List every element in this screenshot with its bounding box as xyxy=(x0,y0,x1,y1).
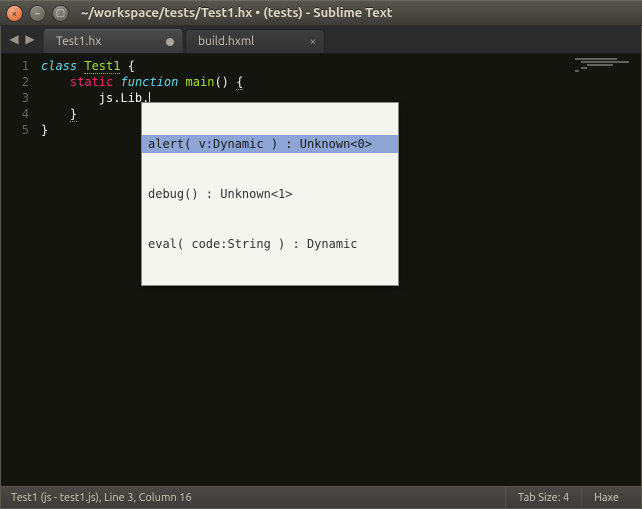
window-maximize-button[interactable]: ▢ xyxy=(52,5,69,22)
status-bar: Test1 (js - test1.js), Line 3, Column 16… xyxy=(1,486,641,508)
code-content[interactable]: class Test1 { static function main() { j… xyxy=(37,54,641,486)
tab-bar: ◀ ▶ Test1.hx build.hxml × xyxy=(1,26,641,54)
class-name: Test1 xyxy=(84,59,120,74)
close-icon[interactable]: × xyxy=(310,36,316,48)
line-number: 2 xyxy=(1,74,29,90)
status-tab-size[interactable]: Tab Size: 4 xyxy=(505,487,581,508)
line-number-gutter: 1 2 3 4 5 xyxy=(1,54,37,486)
window-title: ~/workspace/tests/Test1.hx • (tests) - S… xyxy=(81,6,392,20)
indent xyxy=(41,107,70,121)
editor-area[interactable]: 1 2 3 4 5 class Test1 { static function … xyxy=(1,54,641,486)
line-number: 1 xyxy=(1,58,29,74)
titlebar: × – ▢ ~/workspace/tests/Test1.hx • (test… xyxy=(0,0,642,26)
window-close-button[interactable]: × xyxy=(6,5,23,22)
autocomplete-item[interactable]: debug() : Unknown<1> xyxy=(142,185,398,203)
brace: } xyxy=(70,107,77,122)
tab-label: Test1.hx xyxy=(56,35,101,48)
space xyxy=(113,75,120,89)
dirty-indicator-icon xyxy=(166,38,174,46)
vertical-scrollbar[interactable] xyxy=(627,54,641,486)
status-syntax[interactable]: Haxe xyxy=(581,487,631,508)
tab-history-nav: ◀ ▶ xyxy=(7,26,37,53)
brace: { xyxy=(120,59,134,73)
tab-label: build.hxml xyxy=(198,35,254,48)
keyword-static: static xyxy=(70,75,113,89)
window-minimize-button[interactable]: – xyxy=(29,5,46,22)
tab-test1[interactable]: Test1.hx xyxy=(43,29,183,53)
code-line: class Test1 { xyxy=(41,58,641,74)
line-number: 5 xyxy=(1,122,29,138)
window-body: ◀ ▶ Test1.hx build.hxml × 1 2 3 4 5 clas… xyxy=(0,26,642,509)
autocomplete-popup[interactable]: alert( v:Dynamic ) : Unknown<0> debug() … xyxy=(141,102,399,286)
autocomplete-item[interactable]: eval( code:String ) : Dynamic xyxy=(142,235,398,253)
brace: { xyxy=(236,75,243,90)
keyword-function: function xyxy=(121,75,179,89)
nav-forward-icon[interactable]: ▶ xyxy=(23,33,37,47)
status-location[interactable]: Test1 (js - test1.js), Line 3, Column 16 xyxy=(11,487,204,508)
keyword-class: class xyxy=(41,59,77,73)
indent xyxy=(41,75,70,89)
tab-build-hxml[interactable]: build.hxml × xyxy=(185,29,325,53)
identifier: js xyxy=(99,91,113,105)
autocomplete-item[interactable]: alert( v:Dynamic ) : Unknown<0> xyxy=(142,135,398,153)
brace: } xyxy=(41,123,48,137)
function-name: main xyxy=(186,75,215,89)
minimap[interactable] xyxy=(575,58,623,78)
code-line: static function main() { xyxy=(41,74,641,90)
indent xyxy=(41,91,99,105)
line-number: 4 xyxy=(1,106,29,122)
identifier: Lib xyxy=(120,91,142,105)
space xyxy=(178,75,185,89)
parens: () xyxy=(214,75,228,89)
line-number: 3 xyxy=(1,90,29,106)
nav-back-icon[interactable]: ◀ xyxy=(7,33,21,47)
